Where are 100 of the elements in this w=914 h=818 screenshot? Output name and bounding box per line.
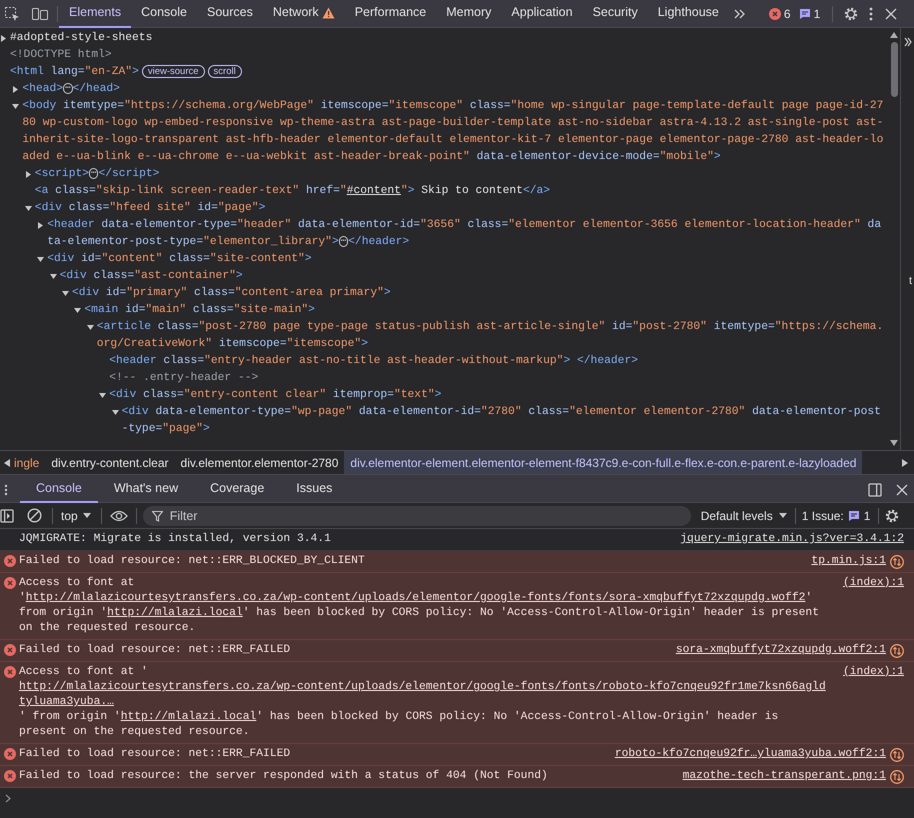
scroll-up-icon[interactable] [890, 32, 898, 38]
panel-tab[interactable]: Sources [196, 0, 263, 28]
context-dropdown[interactable]: top [61, 506, 91, 524]
expanded-arrow-icon[interactable] [86, 324, 94, 331]
message-text: Failed to load resource: net::ERR_BLOCKED_BY_CLIENT [19, 554, 366, 569]
panel-tab[interactable]: Lighthouse [648, 0, 729, 28]
collapsed-arrow-icon[interactable] [24, 171, 32, 178]
error-icon [768, 8, 781, 20]
dom-node-text: <div class="ast-container"> [60, 268, 244, 284]
dom-node-text: #adopted-style-sheets [10, 30, 154, 46]
collapsed-arrow-icon[interactable] [37, 222, 44, 229]
link[interactable]: #content [346, 185, 401, 197]
console-settings-icon[interactable] [884, 508, 900, 524]
breadcrumb-item[interactable]: div.elementor-element.elementor-element-f8437c9.e-con-full.e-flex.e-con.e-parent.e-lazyloaded [344, 451, 862, 474]
source-link[interactable]: (index):1 [842, 576, 904, 591]
breadcrumb-item[interactable]: div.elementor.elementor-2780 [174, 451, 344, 474]
scroll-left-icon[interactable] [4, 458, 10, 466]
breadcrumb-item[interactable]: ingle [14, 451, 46, 474]
link[interactable]: http://mlalazi.local [107, 607, 243, 619]
expanded-arrow-icon[interactable] [112, 409, 119, 416]
network-request-icon[interactable] [890, 748, 904, 762]
dom-node-text: <header data-elementor-type="header" data-elementor-id="3656" class="elementor elementor-3656 elementor-location-header" data-elementor-post-type="elementor_library"> ⋯ </header> [47, 218, 882, 250]
panel-tab[interactable]: Elements [59, 0, 132, 28]
settings-icon[interactable] [843, 6, 860, 22]
more-options-icon[interactable] [869, 6, 874, 20]
badge-button[interactable]: view-source [142, 65, 205, 78]
source-link[interactable]: mazothe-tech-transperant.png:1 [682, 769, 886, 784]
error-icon [4, 770, 16, 782]
network-request-icon[interactable] [890, 644, 904, 658]
dom-node-text: <div class="entry-content clear" itemprop="text"> [109, 388, 442, 403]
breadcrumb-item[interactable]: div.entry-content.clear [45, 451, 175, 474]
message-icon [798, 8, 811, 20]
expanded-arrow-icon[interactable] [24, 205, 32, 212]
source-link[interactable]: jquery-migrate.min.js?ver=3.4.1:2 [680, 532, 904, 547]
panel-tab[interactable]: Application [501, 0, 583, 28]
dom-node-text: <!-- .entry-header --> [109, 370, 260, 386]
link[interactable]: http://mlalazi.local [120, 711, 256, 723]
panel-tab[interactable]: Performance [344, 0, 436, 28]
network-request-icon[interactable] [890, 554, 904, 568]
message-count-button[interactable]: 1 [798, 4, 820, 22]
filter-field[interactable]: Filter [142, 506, 691, 526]
source-link[interactable]: tp.min.js:1 [811, 554, 886, 569]
dom-node-text: <body itemtype="https://schema.org/WebPage" itemscope="itemscope" class="home wp-singular page-template-default page page-id-2780 wp-custom-logo wp-embed-responsive wp-theme-astra ast-page-builder-template ast-no-sidebar astra-4.13.2 ast-single-post ast-inherit-site-logo-transparent ast-hfb-header elementor-default elementor-kit-7 elementor-page elementor-page-2780 ast-header-loaded e--ua-blink e--ua-chrome e--ua-webkit ast-header-break-point" data-elementor-device-mode="mobile"> [22, 98, 884, 165]
side-panel-text: t [909, 274, 912, 289]
source-link[interactable]: (index):1 [842, 665, 904, 680]
message-text: JQMIGRATE: Migrate is installed, version 3.4.1 [19, 532, 332, 547]
filter-icon [152, 510, 163, 522]
drawer-tab[interactable]: Issues [280, 476, 348, 502]
message-text: Access to font at ' http://mlalazicourtesytransfers.co.za/wp-content/uploads/elementor/google-fonts/fonts/roboto-kfo7cnqeu92fr1me7ksn66agldtyluama3yuba.… ' from origin 'http://mlalazi.local' has been blocked by CORS policy: No 'Access-Control-Allow-Origin' header is present on the requested resource. [19, 665, 831, 740]
log-levels-dropdown[interactable]: Default levels [700, 506, 787, 524]
source-link[interactable]: roboto-kfo7cnqeu92fr…yluama3yuba.woff2:1 [614, 747, 886, 762]
sidebar-toggle-icon[interactable] [0, 508, 14, 522]
more-panes-icon[interactable] [904, 37, 912, 47]
expanded-arrow-icon[interactable] [74, 307, 82, 314]
eye-icon[interactable] [110, 510, 128, 522]
close-drawer-icon[interactable] [896, 484, 908, 496]
dock-icon[interactable] [868, 482, 882, 496]
panel-tab[interactable]: Network [262, 0, 345, 28]
panel-tab[interactable]: Console [131, 0, 197, 28]
panel-tab[interactable]: Security [582, 0, 648, 28]
badge-button[interactable]: scroll [208, 65, 242, 78]
expanded-arrow-icon[interactable] [50, 273, 57, 280]
caret-icon [778, 513, 787, 518]
error-count-button[interactable]: 6 [768, 4, 791, 22]
drawer-tab[interactable]: What's new [98, 476, 194, 502]
expanded-arrow-icon[interactable] [62, 290, 69, 297]
link[interactable]: http://mlalazicourtesytransfers.co.za/wp-content/uploads/elementor/google-fonts/fonts/sora-xmqbuffyt72xzqupdg.woff2 [26, 592, 806, 604]
message-text: Failed to load resource: the server responded with a status of 404 (Not Found) [19, 769, 549, 784]
dom-node-text: <head> ⋯ </head> [22, 82, 121, 97]
collapsed-arrow-icon[interactable] [12, 86, 20, 93]
panel-tab[interactable]: Memory [436, 0, 502, 28]
error-icon [4, 644, 16, 656]
prompt-icon[interactable] [5, 794, 11, 803]
drawer-tab[interactable]: Coverage [194, 476, 280, 502]
link[interactable]: http://mlalazicourtesytransfers.co.za/wp-content/uploads/elementor/google-fonts/fonts/roboto-kfo7cnqeu92fr1me7ksn66agldtyluama3yuba.… [19, 680, 831, 710]
close-icon[interactable] [885, 8, 898, 20]
source-link[interactable]: sora-xmqbuffyt72xzqupdg.woff2:1 [676, 643, 886, 658]
issues-button[interactable]: 1 Issue: 1 [802, 506, 870, 524]
warning-icon [322, 6, 335, 18]
dom-node-text: <header class="entry-header ast-no-title ast-header-without-markup"> </header> [109, 354, 640, 369]
dom-node-text: <html lang="en-ZA"> [10, 66, 139, 78]
clear-console-icon[interactable] [27, 508, 42, 523]
expanded-arrow-icon[interactable] [12, 103, 20, 110]
scrollbar-thumb[interactable] [890, 42, 898, 97]
dom-node-text: <div class="hfeed site" id="page"> [34, 200, 266, 216]
scroll-down-icon[interactable] [890, 440, 898, 446]
network-request-icon[interactable] [890, 770, 904, 784]
expanded-arrow-icon[interactable] [37, 256, 44, 263]
device-icon[interactable] [31, 6, 49, 22]
error-icon [4, 577, 16, 589]
drawer-menu-icon[interactable] [4, 484, 8, 496]
dom-node-text: <div data-elementor-type="wp-page" data-elementor-id="2780" class="elementor elementor-2780" data-elementor-post-type="page"> [122, 404, 882, 437]
scroll-right-icon[interactable] [902, 458, 908, 466]
collapsed-arrow-icon[interactable] [0, 35, 7, 42]
error-icon [4, 748, 16, 760]
expanded-arrow-icon[interactable] [99, 392, 106, 399]
inspect-icon[interactable] [4, 6, 20, 22]
message-text: Failed to load resource: net::ERR_FAILED [19, 643, 292, 658]
more-tabs-icon[interactable] [732, 8, 747, 20]
error-icon [4, 555, 16, 567]
